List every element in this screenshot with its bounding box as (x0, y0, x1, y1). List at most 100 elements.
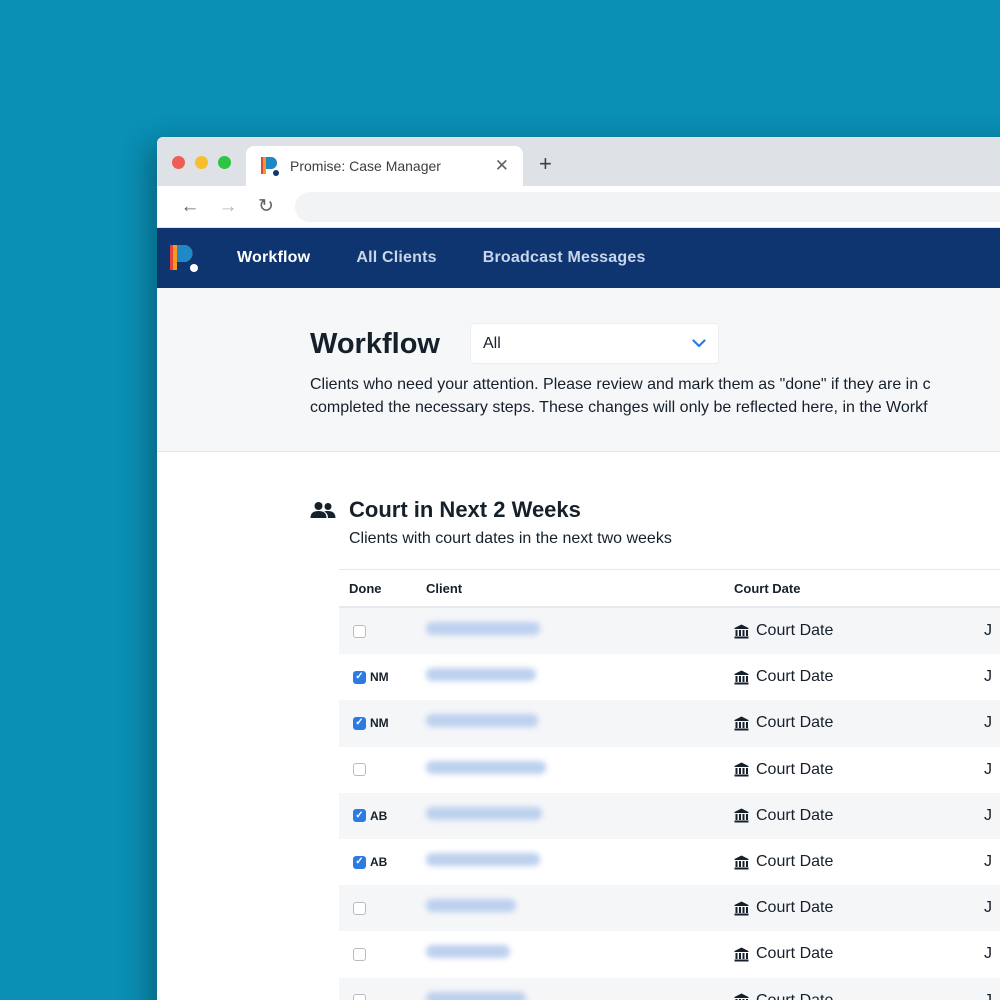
done-cell: ✓ NM (339, 716, 426, 730)
client-cell (426, 945, 734, 963)
section-header: Court in Next 2 Weeks (310, 497, 581, 523)
table-row[interactable]: ✓ AB Court Date J (339, 839, 1000, 885)
court-date-cell: Court Date (734, 668, 984, 686)
done-cell (339, 994, 426, 1000)
table-row[interactable]: ✓ NM Court Date J (339, 654, 1000, 700)
courthouse-icon (734, 993, 749, 1000)
done-cell: ✓ NM (339, 670, 426, 684)
court-date-value-partial: J (984, 760, 992, 778)
court-date-text: Court Date (756, 760, 834, 778)
done-by-initials: NM (370, 670, 389, 685)
table-row[interactable]: ✓ AB Court Date J (339, 792, 1000, 839)
courthouse-icon (734, 901, 749, 916)
courthouse-icon (734, 762, 749, 777)
client-cell (426, 806, 734, 825)
section-title: Court in Next 2 Weeks (349, 497, 581, 522)
court-date-value-partial: J (984, 945, 992, 963)
done-checkbox[interactable] (353, 763, 366, 777)
court-date-cell: Court Date (734, 714, 984, 732)
done-cell (339, 947, 426, 961)
client-name-link-redacted[interactable] (426, 668, 536, 682)
client-name-link-redacted[interactable] (426, 945, 510, 959)
checkmark-icon: ✓ (355, 809, 364, 821)
courthouse-icon (734, 670, 749, 685)
done-checkbox[interactable]: ✓ (353, 670, 366, 684)
court-date-cell: Court Date (734, 807, 984, 825)
court-date-value-partial: J (984, 853, 992, 871)
done-checkbox[interactable] (353, 901, 366, 915)
court-date-cell: Court Date (734, 761, 984, 779)
done-by-initials: NM (370, 716, 389, 731)
table-header: Done Client Court Date (339, 569, 1000, 608)
done-cell (339, 624, 426, 638)
court-date-cell: Court Date (734, 853, 984, 871)
courthouse-icon (734, 855, 749, 870)
done-cell: ✓ AB (339, 855, 426, 869)
done-checkbox[interactable]: ✓ (353, 809, 366, 823)
court-date-text: Court Date (756, 899, 834, 917)
column-header-court-date[interactable]: Court Date (734, 581, 800, 596)
done-checkbox[interactable] (353, 947, 366, 961)
court-date-value-partial: J (984, 806, 992, 824)
client-name-link-redacted[interactable] (426, 622, 540, 636)
client-name-link-redacted[interactable] (426, 714, 538, 728)
checkmark-icon: ✓ (355, 671, 364, 683)
court-date-text: Court Date (756, 806, 834, 824)
court-date-text: Court Date (756, 668, 834, 686)
people-icon (310, 502, 336, 518)
checkmark-icon: ✓ (355, 717, 364, 729)
table-body: Court Date J ✓ NM Court Date J ✓ NM Court Date J C… (339, 608, 1000, 1000)
table-row[interactable]: Court Date J (339, 931, 1000, 977)
client-name-link-redacted[interactable] (426, 991, 526, 1000)
court-date-text: Court Date (756, 714, 834, 732)
clients-table: Done Client Court Date Court Date J ✓ NM Cou… (339, 569, 1000, 1000)
court-date-text: Court Date (756, 622, 834, 640)
court-date-value-partial: J (984, 899, 992, 917)
done-checkbox[interactable]: ✓ (353, 855, 366, 869)
court-date-value-partial: J (984, 622, 992, 640)
table-row[interactable]: ✓ NM Court Date J (339, 700, 1000, 747)
client-name-link-redacted[interactable] (426, 899, 516, 913)
court-date-value-partial: J (984, 992, 992, 1000)
table-row[interactable]: Court Date J (339, 885, 1000, 932)
client-cell (426, 622, 734, 640)
client-name-link-redacted[interactable] (426, 806, 542, 820)
column-header-client[interactable]: Client (426, 581, 734, 596)
client-cell (426, 668, 734, 686)
section-subtitle: Clients with court dates in the next two… (349, 530, 672, 547)
courthouse-icon (734, 808, 749, 823)
court-date-text: Court Date (756, 853, 834, 871)
court-date-value-partial: J (984, 714, 992, 732)
courthouse-icon (734, 624, 749, 639)
checkmark-icon: ✓ (355, 856, 364, 868)
done-checkbox[interactable]: ✓ (353, 716, 366, 730)
table-row[interactable]: Court Date J (339, 747, 1000, 793)
court-date-text: Court Date (756, 945, 834, 963)
done-cell (339, 763, 426, 777)
column-header-done[interactable]: Done (339, 581, 426, 596)
client-cell (426, 853, 734, 871)
court-date-cell: Court Date (734, 899, 984, 917)
court-date-text: Court Date (756, 992, 833, 1000)
done-by-initials: AB (370, 808, 388, 823)
content-area: Court in Next 2 Weeks Clients with court… (157, 137, 1000, 1000)
client-name-link-redacted[interactable] (426, 853, 540, 867)
table-row[interactable]: Court Date J (339, 608, 1000, 655)
court-date-cell: Court Date (734, 622, 984, 640)
client-cell (426, 714, 734, 732)
client-cell (426, 899, 734, 917)
done-checkbox[interactable] (353, 624, 366, 638)
table-row[interactable]: Court Date J (339, 977, 1000, 1000)
courthouse-icon (734, 947, 749, 962)
client-name-link-redacted[interactable] (426, 760, 546, 774)
done-by-initials: AB (370, 855, 388, 870)
client-cell (426, 760, 734, 779)
court-date-cell: Court Date (734, 945, 984, 963)
courthouse-icon (734, 716, 749, 731)
client-cell (426, 991, 734, 1000)
done-checkbox[interactable] (353, 994, 366, 1000)
court-date-cell: Court Date (734, 992, 984, 1000)
court-date-value-partial: J (984, 668, 992, 686)
done-cell (339, 901, 426, 915)
done-cell: ✓ AB (339, 809, 426, 823)
